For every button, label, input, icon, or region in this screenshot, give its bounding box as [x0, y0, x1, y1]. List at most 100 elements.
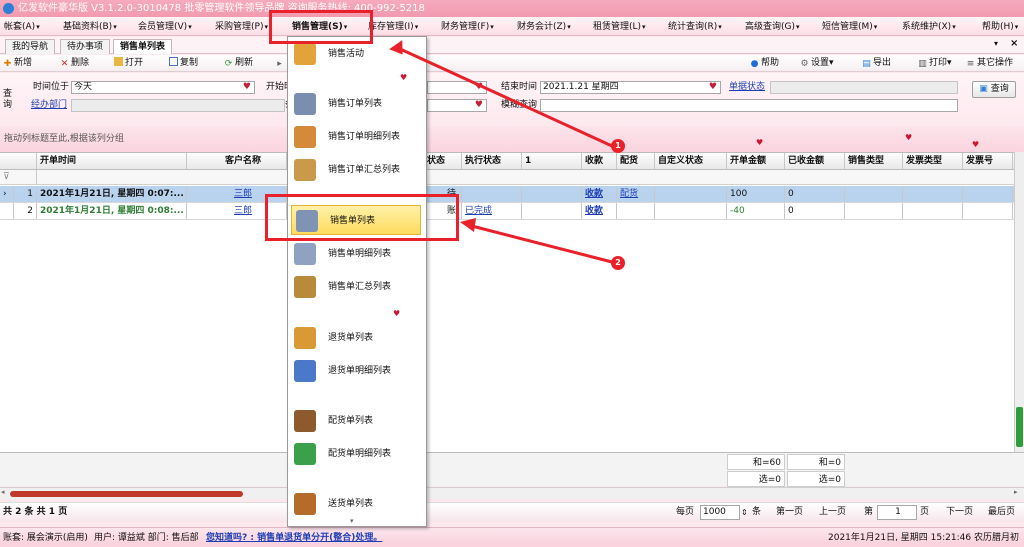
table-row[interactable]: 2 2021年1月21日, 星期四 0:08:... 三郎 账 已完成 收款 -…	[0, 203, 1024, 220]
menu-item-distribution-list[interactable]: 配货单列表	[290, 406, 424, 436]
menu-help[interactable]: 帮助(H)▾	[982, 20, 1018, 34]
menu-inventory[interactable]: 库存管理(I)▾	[368, 20, 418, 34]
next-page-button[interactable]: 下一页	[946, 506, 973, 519]
table-filter-row[interactable]: ⊽	[0, 170, 1024, 185]
sum-received: 和=0	[787, 454, 845, 470]
tab-scroll-arrow-icon[interactable]: ▾	[994, 39, 998, 48]
pager: 共 2 条 共 1 页 每页 1000 ⇕ 条 第一页 上一页 第 1 页 下一…	[0, 502, 1024, 522]
prev-page-button[interactable]: 上一页	[819, 506, 846, 519]
col-customer[interactable]: 客户名称	[187, 153, 287, 169]
document-tabs: 我的导航 待办事项 销售单列表 ▾ ×	[0, 37, 1024, 54]
vertical-scrollbar[interactable]	[1014, 152, 1024, 452]
order-detail-icon	[294, 126, 316, 148]
department-filter-link[interactable]: 经办部门	[31, 99, 67, 112]
exec-status-link[interactable]: 已完成	[462, 203, 522, 219]
department-filter-input[interactable]	[71, 99, 285, 112]
menu-account[interactable]: 帐套(A)▾	[4, 20, 40, 34]
tab-my-navigation[interactable]: 我的导航	[5, 39, 56, 54]
query-button[interactable]: ▣ 查询	[972, 81, 1016, 98]
first-page-button[interactable]: 第一页	[776, 506, 803, 519]
menu-item-distribution-detail[interactable]: 配货单明细列表	[290, 439, 424, 469]
menu-system[interactable]: 系统维护(X)▾	[902, 20, 956, 34]
table-row[interactable]: › 1 2021年1月21日, 星期四 0:07:... 三郎 待 收款 配货 …	[0, 186, 1024, 203]
menu-basic-data[interactable]: 基础资料(B)▾	[63, 20, 117, 34]
col-distribution[interactable]: 配货	[617, 153, 655, 169]
sales-summary-icon	[294, 276, 316, 298]
page-number-input[interactable]: 1	[877, 505, 917, 520]
per-page-spin-icon[interactable]: ⇕	[741, 506, 748, 519]
col-invoice-no[interactable]: 发票号	[963, 153, 1013, 169]
settings-button[interactable]: ⚙ 设置▾	[800, 57, 833, 70]
user-status: 用户: 谭益斌 部门: 售后部	[94, 533, 199, 543]
scroll-right-icon[interactable]: ▸	[1014, 488, 1018, 496]
menu-accounting[interactable]: 财务会计(Z)▾	[517, 20, 571, 34]
delivery-icon	[294, 493, 316, 515]
current-row-indicator-icon: ›	[0, 186, 14, 202]
help-icon: ●	[750, 59, 759, 69]
per-page-input[interactable]: 1000	[700, 505, 740, 520]
menu-member[interactable]: 会员管理(V)▾	[138, 20, 192, 34]
menu-item-sales-order-summary[interactable]: 销售订单汇总列表	[290, 155, 424, 185]
new-button[interactable]: ✚ 新增	[3, 57, 32, 70]
col-open-time[interactable]: 开单时间	[37, 153, 187, 169]
menu-item-delivery-list[interactable]: 送货单列表	[290, 489, 424, 519]
print-button[interactable]: ▥ 打印▾	[918, 57, 951, 70]
fuzzy-query-input[interactable]	[540, 99, 958, 112]
end-time-input[interactable]: 2021.1.21 星期四 ♥	[540, 81, 721, 94]
col-amount[interactable]: 开单金额	[727, 153, 785, 169]
megaphone-icon	[294, 43, 316, 65]
col-1[interactable]: 1	[522, 153, 582, 169]
menu-purchase[interactable]: 采购管理(P)▾	[215, 20, 268, 34]
time-range-select[interactable]: 今天 ♥	[71, 81, 255, 94]
side-panel-handle-icon[interactable]	[1016, 407, 1023, 447]
payment-link[interactable]: 收款	[582, 186, 617, 202]
heart-decoration-icon: ♥	[905, 133, 913, 142]
condition-select[interactable]: ♥	[427, 99, 487, 112]
col-invoice-type[interactable]: 发票类型	[903, 153, 963, 169]
menu-item-return-list[interactable]: 退货单列表	[290, 323, 424, 353]
printer-icon: ▥	[918, 59, 927, 69]
last-page-button[interactable]: 最后页	[988, 506, 1015, 519]
toolbar: ✚ 新增 ✕ 删除 打开 复制 ⟳ 刷新 ▸ ● 帮助 ⚙ 设置▾ ▤ 导出 ▥ 打印▾ ≡ 其…	[0, 55, 1024, 72]
export-button[interactable]: ▤ 导出	[862, 57, 891, 70]
refresh-button[interactable]: ⟳ 刷新	[224, 57, 253, 70]
menu-finance[interactable]: 财务管理(F)▾	[441, 20, 494, 34]
menu-lease[interactable]: 租赁管理(L)▾	[593, 20, 646, 34]
close-tab-icon[interactable]: ×	[1010, 38, 1018, 49]
col-received[interactable]: 已收金额	[785, 153, 845, 169]
menu-item-sales-order-detail[interactable]: 销售订单明细列表	[290, 122, 424, 152]
menu-advanced-query[interactable]: 高级查询(G)▾	[745, 20, 800, 34]
tab-sales-list[interactable]: 销售单列表	[113, 39, 173, 54]
menu-statistics[interactable]: 统计查询(R)▾	[668, 20, 722, 34]
fuzzy-query-label: 模糊查询	[501, 100, 538, 110]
other-actions-button[interactable]: ≡ 其它操作	[966, 57, 1013, 70]
distribution-link[interactable]: 配货	[617, 186, 655, 202]
table-header: 开单时间 客户名称 据状态 执行状态 1 收款 配货 自定义状态 开单金额 已收…	[0, 153, 1024, 170]
copy-button[interactable]: 复制	[169, 57, 198, 70]
status-filter-link[interactable]: 单据状态	[729, 81, 765, 94]
horizontal-scrollbar[interactable]: ◂ ▸	[0, 487, 1024, 499]
menu-item-sales-detail[interactable]: 销售单明细列表	[290, 239, 424, 269]
start-time-input[interactable]: ♥	[427, 81, 487, 94]
status-filter-input[interactable]	[770, 81, 958, 94]
delete-button[interactable]: ✕ 删除	[60, 57, 89, 70]
menu-sms[interactable]: 短信管理(M)▾	[822, 20, 877, 34]
menu-item-sales-order-list[interactable]: 销售订单列表	[290, 89, 424, 119]
step-badge-2: 2	[611, 256, 625, 270]
col-custom-status[interactable]: 自定义状态	[655, 153, 727, 169]
tab-todo[interactable]: 待办事项	[60, 39, 111, 54]
payment-link[interactable]: 收款	[582, 203, 617, 219]
help-button[interactable]: ● 帮助	[750, 57, 779, 70]
menu-item-sales-summary[interactable]: 销售单汇总列表	[290, 272, 424, 302]
open-button[interactable]: 打开	[114, 57, 143, 70]
more-tool-icon[interactable]: ▸	[275, 57, 286, 70]
order-list-icon	[294, 93, 316, 115]
menu-scroll-down-icon[interactable]: ▾	[350, 517, 354, 525]
col-exec-status[interactable]: 执行状态	[462, 153, 522, 169]
menu-item-return-detail[interactable]: 退货单明细列表	[290, 356, 424, 386]
col-payment[interactable]: 收款	[582, 153, 617, 169]
col-sales-type[interactable]: 销售类型	[845, 153, 903, 169]
scrollbar-thumb[interactable]	[10, 491, 243, 497]
tip-link[interactable]: 您知道吗? : 销售单退货单分开(整合)处理。	[206, 528, 382, 547]
scroll-left-icon[interactable]: ◂	[1, 488, 5, 496]
